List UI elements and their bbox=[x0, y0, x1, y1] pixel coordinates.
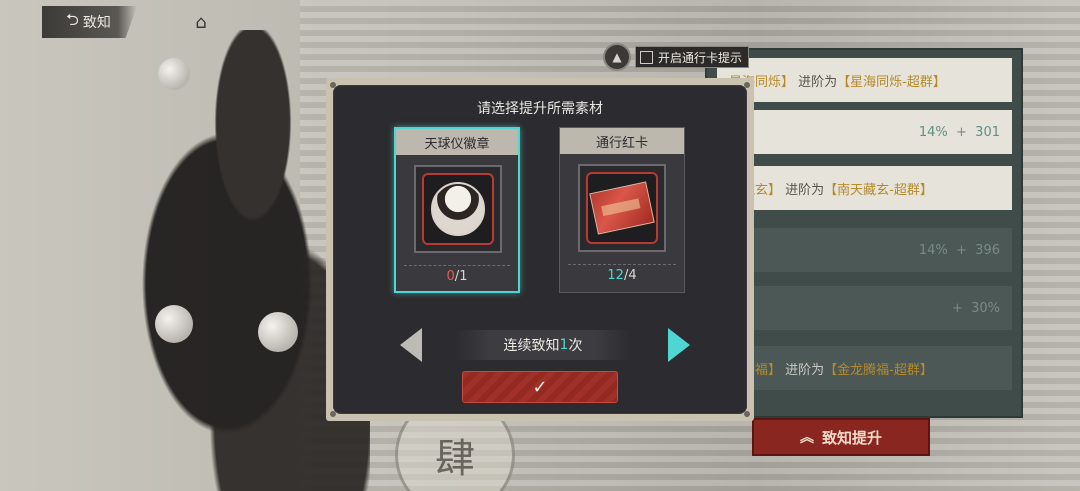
upgrade-button[interactable]: ︽ 致知提升 bbox=[752, 418, 930, 456]
row-target: 【南天藏玄-超群】 bbox=[824, 182, 933, 198]
times-prefix: 连续致知 bbox=[503, 338, 560, 354]
stat-row: 力 14% + 301 bbox=[717, 110, 1012, 154]
stat-pct: 14% bbox=[918, 242, 948, 258]
material-select-dialog: 请选择提升所需素材 天球仪徽章 0/1 通行红卡 12/4 连续致知 1 次 ✓ bbox=[326, 78, 754, 421]
stat-values: 14% + 396 bbox=[919, 243, 1000, 258]
card-divider bbox=[404, 265, 510, 266]
row-mid: 进阶为 bbox=[798, 74, 838, 90]
stat-row: 值 14% + 396 bbox=[717, 228, 1012, 272]
times-count: 1 bbox=[559, 337, 569, 353]
confirm-button[interactable]: ✓ bbox=[462, 371, 618, 403]
stat-plus: + bbox=[951, 300, 963, 316]
upgrade-button-label: 致知提升 bbox=[821, 428, 882, 447]
home-icon[interactable]: ⌂ bbox=[190, 12, 212, 33]
seal-character: 肆 bbox=[435, 436, 475, 482]
arrow-left-icon bbox=[400, 328, 422, 362]
material-slot bbox=[414, 165, 502, 253]
stat-row: 力 + 30% bbox=[717, 286, 1012, 330]
red-pass-card-icon bbox=[589, 181, 655, 235]
material-frame bbox=[586, 172, 658, 244]
row-target: 【金龙腾福-超群】 bbox=[824, 362, 933, 378]
count-current: 0 bbox=[446, 269, 455, 284]
advance-row: 天藏玄】 进阶为 【南天藏玄-超群】 bbox=[717, 166, 1012, 210]
double-chevron-up-icon: ︽ bbox=[799, 430, 814, 446]
card-divider bbox=[568, 264, 676, 265]
count-current: 12 bbox=[607, 268, 624, 283]
pass-card-toggle[interactable]: ▲ 开启通行卡提示 bbox=[603, 43, 750, 71]
arrow-right-icon bbox=[668, 328, 690, 362]
stat-values: 14% + 301 bbox=[919, 125, 1000, 140]
back-label: 致知 bbox=[82, 15, 111, 31]
stat-values: + 30% bbox=[952, 301, 1000, 316]
count-required: 4 bbox=[628, 268, 637, 283]
pearl-ornament bbox=[258, 312, 298, 352]
count-required: 1 bbox=[459, 269, 468, 284]
stat-value: 396 bbox=[975, 242, 1000, 258]
checkmark-icon: ✓ bbox=[532, 376, 548, 398]
pearl-ornament bbox=[158, 58, 190, 90]
warning-triangle-icon: ▲ bbox=[603, 43, 631, 71]
dialog-body: 请选择提升所需素材 天球仪徽章 0/1 通行红卡 12/4 连续致知 1 次 ✓ bbox=[333, 85, 747, 414]
stat-pct: 14% bbox=[918, 124, 948, 140]
advance-row: 龙腾福】 进阶为 【金龙腾福-超群】 bbox=[717, 346, 1012, 390]
row-target: 【星海同烁-超群】 bbox=[837, 74, 946, 90]
times-display: 连续致知 1 次 bbox=[455, 330, 631, 360]
times-suffix: 次 bbox=[568, 338, 583, 354]
increase-times-button[interactable] bbox=[666, 326, 692, 364]
back-button[interactable]: ⮌ 致知 bbox=[42, 6, 137, 38]
stat-plus: + bbox=[956, 242, 967, 258]
frame-pin bbox=[744, 411, 750, 417]
row-mid: 进阶为 bbox=[785, 182, 825, 198]
material-slot bbox=[578, 164, 666, 252]
advance-row: 星海同烁】 进阶为 【星海同烁-超群】 bbox=[717, 58, 1012, 102]
decrease-times-button[interactable] bbox=[398, 326, 424, 364]
material-frame bbox=[422, 173, 494, 245]
material-name: 天球仪徽章 bbox=[396, 129, 518, 155]
material-card-badge[interactable]: 天球仪徽章 0/1 bbox=[394, 127, 520, 293]
stat-value: 301 bbox=[975, 124, 1000, 140]
pearl-ornament bbox=[155, 305, 193, 343]
dialog-title: 请选择提升所需素材 bbox=[477, 101, 603, 117]
back-arrow-icon: ⮌ bbox=[66, 9, 79, 29]
material-count: 0/1 bbox=[446, 269, 468, 284]
pass-card-checkbox[interactable] bbox=[640, 50, 653, 64]
material-count: 12/4 bbox=[607, 268, 637, 283]
celestial-globe-badge-icon bbox=[431, 182, 485, 236]
stat-value: 30% bbox=[971, 300, 1000, 316]
stat-plus: + bbox=[956, 124, 967, 140]
row-mid: 进阶为 bbox=[785, 362, 825, 378]
pass-card-label: 开启通行卡提示 bbox=[658, 50, 743, 65]
material-card-pass[interactable]: 通行红卡 12/4 bbox=[559, 127, 685, 293]
material-name: 通行红卡 bbox=[560, 128, 684, 154]
pass-card-checkbox-row[interactable]: 开启通行卡提示 bbox=[635, 46, 750, 68]
